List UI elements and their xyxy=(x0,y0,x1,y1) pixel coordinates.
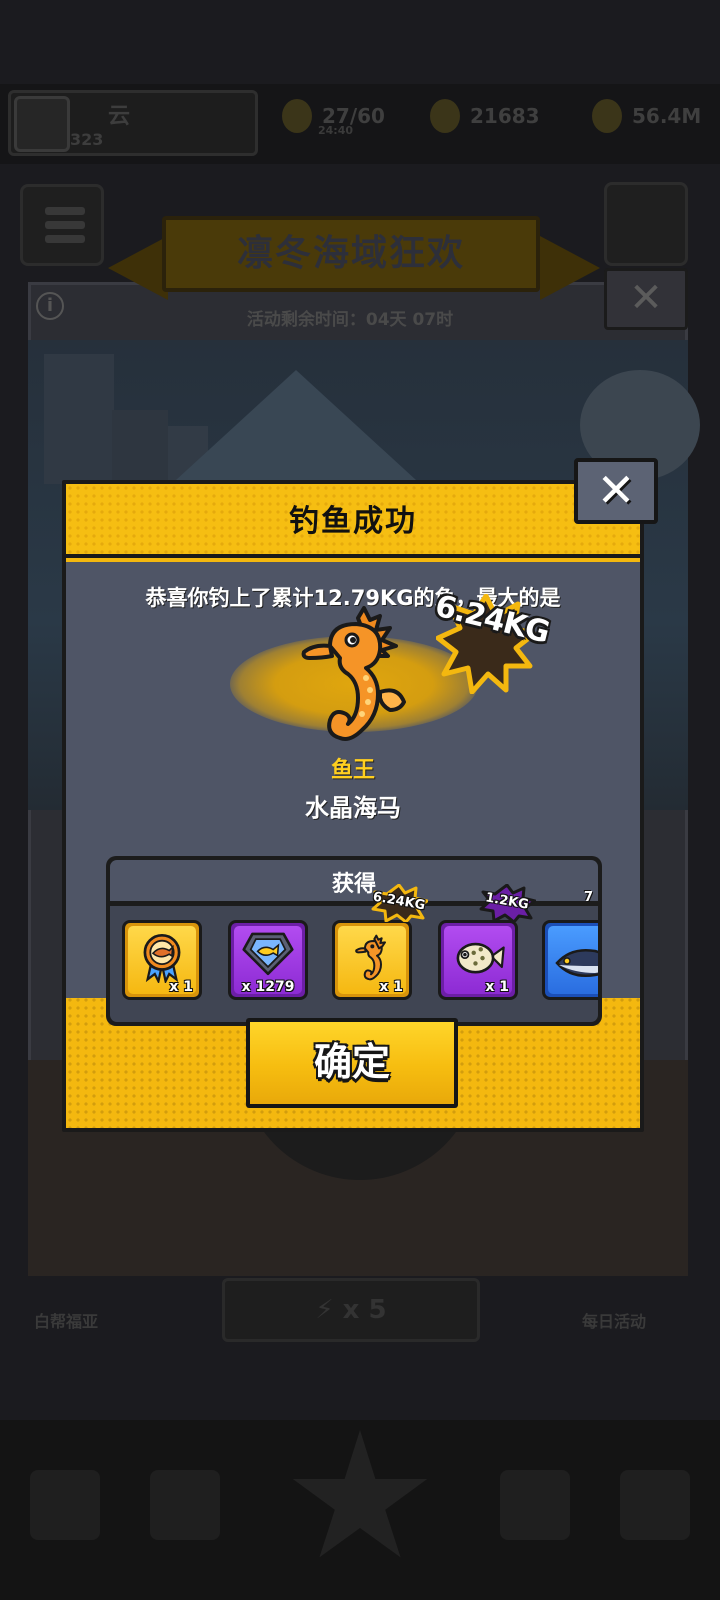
fish-rank-label: 鱼王 xyxy=(330,758,375,783)
fish-name: 水晶海马 xyxy=(305,794,401,822)
close-icon: ✕ xyxy=(596,463,636,517)
weight-badge-text: 1.2KG xyxy=(484,890,530,913)
daily-event-button[interactable]: 每日活动 xyxy=(580,1270,720,1340)
confirm-button-face: 确定 xyxy=(250,1022,454,1104)
banner-wing-left xyxy=(108,236,168,300)
player-avatar[interactable] xyxy=(14,96,70,152)
close-button[interactable]: ✕ xyxy=(574,458,658,524)
seahorse-icon xyxy=(301,606,406,741)
weight-badge-pufferfish: 1.2KG xyxy=(478,884,536,922)
cast-button[interactable]: ⚡ x 5 xyxy=(222,1278,480,1342)
rewards-list[interactable]: x 1 x 1279 x 1 x 1 xyxy=(110,906,598,1022)
weight-badge-text: 7 xyxy=(584,890,594,905)
info-icon[interactable]: i xyxy=(36,292,64,320)
menu-icon-line xyxy=(45,235,85,243)
event-close-button[interactable]: ✕ xyxy=(604,268,688,330)
tuna-icon xyxy=(555,949,598,977)
reward-quantity: x 1 xyxy=(169,979,193,995)
nav-item-more[interactable] xyxy=(620,1470,690,1540)
mountain-shape xyxy=(176,370,416,480)
dialog-title: 钓鱼成功 xyxy=(289,504,417,539)
energy-counter[interactable]: 27/60 24:40 xyxy=(282,94,385,138)
nav-item-bag[interactable] xyxy=(150,1470,220,1540)
menu-button[interactable] xyxy=(20,184,104,266)
reward-item-gem[interactable]: x 1279 xyxy=(228,920,308,1000)
menu-icon xyxy=(45,207,85,215)
reward-item-medal[interactable]: x 1 xyxy=(122,920,202,1000)
shield-button[interactable] xyxy=(604,182,688,266)
fish-medal-icon xyxy=(143,933,181,983)
event-title: 凛冬海域狂欢 xyxy=(236,233,465,274)
banner-wing-right xyxy=(540,236,600,300)
menu-icon-line xyxy=(45,221,85,229)
fish-gem-icon xyxy=(242,932,294,976)
energy-timer: 24:40 xyxy=(318,124,354,137)
reward-quantity: x 1 xyxy=(485,979,509,995)
pufferfish-icon xyxy=(456,942,505,974)
building-shape xyxy=(112,410,168,490)
coin-value: 21683 xyxy=(470,104,540,128)
weight-badge-seahorse: 6.24KG xyxy=(370,884,428,922)
energy-icon xyxy=(282,99,312,133)
event-timer: 活动剩余时间：04天 07时 xyxy=(246,310,454,330)
reward-quantity: x 1 xyxy=(379,979,403,995)
weight-badge-tuna: 7 xyxy=(582,888,598,918)
confirm-button[interactable]: 确定 xyxy=(246,1018,458,1108)
reward-item-pufferfish[interactable]: x 1 xyxy=(438,920,518,1000)
player-id: 323 xyxy=(70,130,104,149)
reward-item-seahorse[interactable]: x 1 xyxy=(332,920,412,1000)
cash-icon xyxy=(592,99,622,133)
player-name: 云 xyxy=(108,104,131,129)
reward-quantity: x 1279 xyxy=(241,979,295,995)
nav-item-shop[interactable] xyxy=(30,1470,100,1540)
cash-value: 56.4M xyxy=(632,104,702,128)
coin-icon xyxy=(430,99,460,133)
nav-item-team[interactable] xyxy=(500,1470,570,1540)
reward-item-tuna[interactable]: x xyxy=(542,920,598,1000)
confirm-label: 确定 xyxy=(313,1040,390,1084)
coin-counter[interactable]: 21683 xyxy=(430,94,540,138)
building-shape xyxy=(44,354,114,484)
weight-badge-text: 6.24KG xyxy=(371,889,427,914)
bottom-left-button[interactable]: 白帮福亚 xyxy=(0,1270,150,1340)
cash-counter[interactable]: 56.4M xyxy=(592,94,701,138)
